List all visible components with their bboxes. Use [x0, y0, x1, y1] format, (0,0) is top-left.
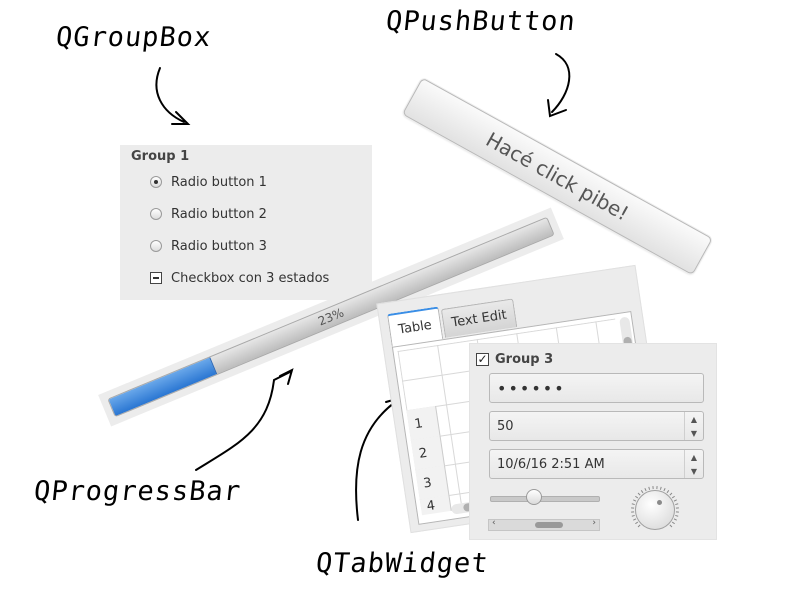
row-header: 4 — [419, 494, 452, 516]
dial-tick — [675, 514, 679, 517]
push-button[interactable]: Hacé click pibe! — [402, 77, 713, 276]
spin-up-icon[interactable]: ▲ — [685, 412, 703, 426]
dial-tick — [659, 486, 662, 490]
arrow-to-groupbox — [155, 67, 191, 125]
group-box-3-title: Group 3 — [495, 352, 554, 367]
dial-tick — [673, 518, 677, 521]
radio-label: Radio button 3 — [171, 238, 267, 254]
tristate-checkbox[interactable]: Checkbox con 3 estados — [150, 269, 329, 287]
dial-tick — [633, 518, 637, 521]
dial-tick — [635, 495, 639, 499]
push-button-wrapper: Hacé click pibe! — [402, 77, 713, 276]
row-header: 3 — [415, 465, 450, 500]
dial-tick — [663, 488, 666, 492]
annotation-qpushbutton: QPushButton — [384, 6, 578, 37]
radio-button-1[interactable]: Radio button 1 — [150, 173, 267, 191]
spin-up-icon[interactable]: ▲ — [685, 450, 703, 464]
row-header: 1 — [406, 405, 441, 441]
dial-knob[interactable] — [635, 490, 675, 530]
radio-button-2[interactable]: Radio button 2 — [150, 205, 267, 223]
dial-tick — [644, 488, 647, 492]
radio-indicator[interactable] — [150, 208, 162, 220]
group-box-3-header[interactable]: ✓ Group 3 — [476, 352, 553, 367]
spin-box-value: 50 — [497, 418, 514, 434]
dial-tick — [637, 524, 641, 528]
datetime-edit[interactable]: 10/6/16 2:51 AM ▲ ▼ — [489, 449, 704, 479]
group-box-1: Group 1 Radio button 1 Radio button 2 Ra… — [120, 145, 372, 300]
dial-tick — [671, 521, 675, 525]
dial-tick — [673, 499, 677, 502]
dial-tick — [675, 503, 679, 506]
dial-tick — [640, 490, 644, 494]
datetime-arrows[interactable]: ▲ ▼ — [684, 450, 703, 478]
annotation-qtabwidget: QTabWidget — [314, 548, 491, 579]
radio-button-3[interactable]: Radio button 3 — [150, 237, 267, 255]
dial-tick — [631, 503, 635, 506]
group-box-1-title: Group 1 — [131, 149, 190, 164]
row-header: 2 — [410, 435, 445, 470]
dial-tick — [669, 524, 673, 528]
spin-down-icon[interactable]: ▼ — [685, 426, 703, 440]
tristate-checkbox-indicator[interactable] — [150, 272, 162, 284]
annotation-qprogressbar: QProgressBar — [32, 476, 243, 507]
radio-indicator-checked[interactable] — [150, 176, 162, 188]
arrow-to-pushbutton — [547, 53, 571, 118]
spin-box[interactable]: 50 ▲ ▼ — [489, 411, 704, 441]
dial-tick — [669, 492, 673, 496]
scrollbar-thumb[interactable] — [535, 522, 563, 528]
scroll-left-icon[interactable]: ‹ — [492, 518, 496, 528]
dial-indicator — [657, 500, 662, 505]
dial-tick — [666, 490, 670, 494]
tristate-checkbox-label: Checkbox con 3 estados — [171, 270, 330, 286]
horizontal-scrollbar[interactable]: ‹ › — [488, 518, 600, 531]
spin-arrows[interactable]: ▲ ▼ — [684, 412, 703, 440]
radio-indicator[interactable] — [150, 240, 162, 252]
annotation-qgroupbox: QGroupBox — [54, 22, 213, 53]
dial[interactable] — [631, 486, 679, 534]
datetime-value: 10/6/16 2:51 AM — [497, 456, 605, 472]
dial-tick — [633, 499, 637, 502]
dial-tick — [637, 492, 641, 496]
dial-tick — [635, 521, 639, 525]
dial-tick — [648, 486, 651, 490]
spin-down-icon[interactable]: ▼ — [685, 464, 703, 478]
radio-label: Radio button 1 — [171, 174, 267, 190]
dial-tick — [631, 514, 635, 517]
horizontal-slider[interactable] — [490, 489, 600, 505]
slider-handle[interactable] — [526, 489, 543, 505]
scroll-right-icon[interactable]: › — [592, 518, 596, 528]
password-field[interactable]: •••••• — [489, 373, 704, 403]
group-3-checkbox[interactable]: ✓ — [476, 353, 489, 366]
radio-label: Radio button 2 — [171, 206, 267, 222]
group-box-3: ✓ Group 3 •••••• 50 ▲ ▼ 10/6/16 2:51 AM … — [469, 343, 717, 540]
dial-tick — [671, 495, 675, 499]
